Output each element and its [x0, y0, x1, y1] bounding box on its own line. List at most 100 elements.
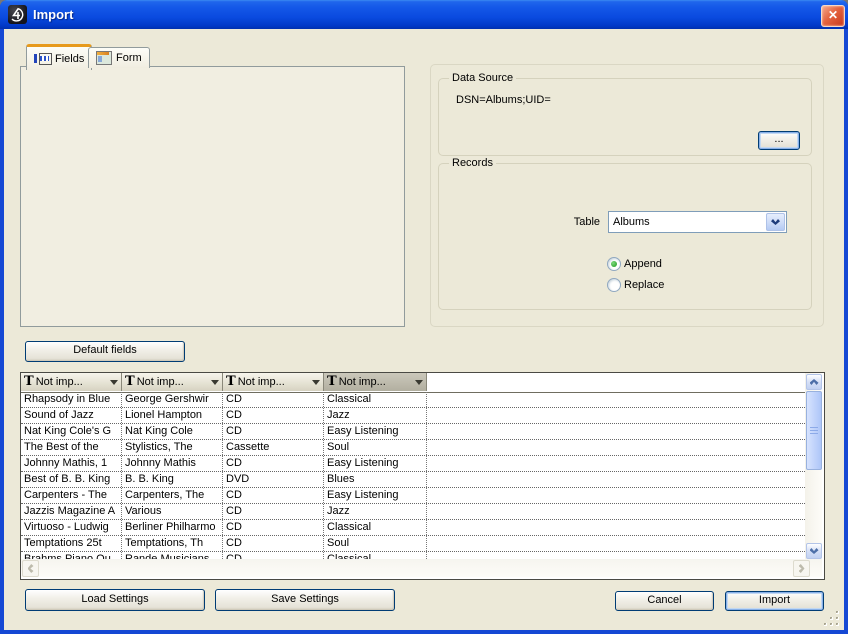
- column-menu-arrow-icon[interactable]: [312, 380, 320, 385]
- scroll-down-button[interactable]: [806, 543, 822, 559]
- import-grid: T Not imp... T Not imp... T Not imp... T…: [20, 372, 825, 580]
- grid-cell[interactable]: Johnny Mathis: [122, 456, 223, 471]
- grid-cell[interactable]: Nat King Cole's G: [21, 424, 122, 439]
- grid-cell[interactable]: Easy Listening: [324, 424, 427, 439]
- grid-cell[interactable]: Classical: [324, 552, 427, 559]
- grid-cell[interactable]: CD: [223, 424, 324, 439]
- save-settings-button[interactable]: Save Settings: [215, 589, 395, 611]
- table-row[interactable]: Nat King Cole's G Nat King Cole CD Easy …: [21, 424, 805, 440]
- grid-cell[interactable]: Temptations, Th: [122, 536, 223, 551]
- data-source-title: Data Source: [449, 72, 516, 84]
- column-header[interactable]: T Not imp...: [223, 373, 324, 391]
- grid-cell[interactable]: CD: [223, 408, 324, 423]
- grid-cell[interactable]: Carpenters, The: [122, 488, 223, 503]
- column-menu-arrow-icon[interactable]: [415, 380, 423, 385]
- grid-cell[interactable]: CD: [223, 456, 324, 471]
- column-header[interactable]: T Not imp...: [122, 373, 223, 391]
- grid-cell[interactable]: Soul: [324, 536, 427, 551]
- grid-cell[interactable]: CD: [223, 504, 324, 519]
- column-header-label: Not imp...: [238, 376, 310, 388]
- grid-cell[interactable]: The Best of the: [21, 440, 122, 455]
- table-row[interactable]: Sound of Jazz Lionel Hampton CD Jazz: [21, 408, 805, 424]
- chevron-down-icon: [810, 548, 819, 554]
- grid-cell[interactable]: CD: [223, 392, 324, 407]
- grid-cell[interactable]: George Gershwir: [122, 392, 223, 407]
- grid-cell[interactable]: Classical: [324, 520, 427, 535]
- grid-cell[interactable]: Carpenters - The: [21, 488, 122, 503]
- grid-cell[interactable]: CD: [223, 536, 324, 551]
- grid-cell[interactable]: CD: [223, 552, 324, 559]
- column-menu-arrow-icon[interactable]: [110, 380, 118, 385]
- table-row[interactable]: Carpenters - The Carpenters, The CD Easy…: [21, 488, 805, 504]
- tab-fields[interactable]: Fields: [26, 44, 92, 70]
- grid-cell[interactable]: Sound of Jazz: [21, 408, 122, 423]
- grid-cell[interactable]: Berliner Philharmo: [122, 520, 223, 535]
- import-button[interactable]: Import: [725, 591, 824, 611]
- record-table-select[interactable]: Albums: [608, 211, 787, 233]
- title-bar[interactable]: Import: [0, 0, 848, 29]
- grid-cell[interactable]: Jazz: [324, 408, 427, 423]
- grid-cell[interactable]: Blues: [324, 472, 427, 487]
- grid-cell[interactable]: B. B. King: [122, 472, 223, 487]
- table-row[interactable]: Best of B. B. King B. B. King DVD Blues: [21, 472, 805, 488]
- combo-dropdown-button[interactable]: [766, 213, 785, 231]
- grid-vscrollbar[interactable]: [805, 373, 822, 559]
- grid-cell[interactable]: Lionel Hampton: [122, 408, 223, 423]
- tab-form[interactable]: Form: [88, 47, 150, 68]
- browse-button[interactable]: ...: [758, 131, 800, 150]
- table-row[interactable]: Virtuoso - Ludwig Berliner Philharmo CD …: [21, 520, 805, 536]
- replace-radio[interactable]: [607, 278, 621, 292]
- close-icon[interactable]: [821, 5, 845, 27]
- column-header-selected[interactable]: T Not imp...: [324, 373, 427, 391]
- grid-cell[interactable]: Various: [122, 504, 223, 519]
- data-source-group: [438, 78, 812, 156]
- grid-cell[interactable]: Rhapsody in Blue: [21, 392, 122, 407]
- column-header-label: Not imp...: [137, 376, 209, 388]
- grid-cell[interactable]: Easy Listening: [324, 456, 427, 471]
- table-row[interactable]: Brahms Piano Qu Rande Musicians CD Class…: [21, 552, 805, 559]
- resize-grip[interactable]: [824, 611, 842, 628]
- scroll-right-button[interactable]: [793, 560, 810, 577]
- grid-cell[interactable]: CD: [223, 488, 324, 503]
- grid-cell[interactable]: Classical: [324, 392, 427, 407]
- column-menu-arrow-icon[interactable]: [211, 380, 219, 385]
- grid-cell[interactable]: Nat King Cole: [122, 424, 223, 439]
- scroll-thumb[interactable]: [806, 391, 822, 470]
- column-header[interactable]: T Not imp...: [21, 373, 122, 391]
- grid-cell[interactable]: Johnny Mathis, 1: [21, 456, 122, 471]
- default-fields-button[interactable]: Default fields: [25, 341, 185, 362]
- grid-cell[interactable]: DVD: [223, 472, 324, 487]
- table-row[interactable]: Johnny Mathis, 1 Johnny Mathis CD Easy L…: [21, 456, 805, 472]
- column-header-label: Not imp...: [36, 376, 108, 388]
- column-type-icon: T: [226, 376, 236, 388]
- grid-cell[interactable]: Jazz: [324, 504, 427, 519]
- grid-cell[interactable]: Temptations 25t: [21, 536, 122, 551]
- grid-hscrollbar[interactable]: [21, 559, 822, 577]
- table-row[interactable]: Rhapsody in Blue George Gershwir CD Clas…: [21, 392, 805, 408]
- grid-cell[interactable]: Virtuoso - Ludwig: [21, 520, 122, 535]
- grid-cell[interactable]: Best of B. B. King: [21, 472, 122, 487]
- table-row[interactable]: Jazzis Magazine A Various CD Jazz: [21, 504, 805, 520]
- cancel-button[interactable]: Cancel: [615, 591, 714, 611]
- grid-body[interactable]: Rhapsody in Blue George Gershwir CD Clas…: [21, 392, 805, 559]
- grid-cell[interactable]: Jazzis Magazine A: [21, 504, 122, 519]
- table-row[interactable]: The Best of the Stylistics, The Cassette…: [21, 440, 805, 456]
- grid-cell[interactable]: Easy Listening: [324, 488, 427, 503]
- grid-cell[interactable]: Brahms Piano Qu: [21, 552, 122, 559]
- grid-cell[interactable]: Rande Musicians: [122, 552, 223, 559]
- grid-cell[interactable]: Soul: [324, 440, 427, 455]
- form-icon: [96, 51, 112, 65]
- table-row[interactable]: Temptations 25t Temptations, Th CD Soul: [21, 536, 805, 552]
- replace-label: Replace: [624, 279, 664, 291]
- grid-cell[interactable]: Cassette: [223, 440, 324, 455]
- scroll-left-button[interactable]: [22, 560, 39, 577]
- chevron-right-icon: [799, 564, 805, 573]
- scroll-up-button[interactable]: [806, 374, 822, 390]
- chevron-down-icon: [771, 219, 780, 225]
- records-title: Records: [449, 157, 496, 169]
- grid-cell[interactable]: CD: [223, 520, 324, 535]
- import-dialog: Import Fields Form Import Table: Albums …: [0, 0, 848, 634]
- grid-cell[interactable]: Stylistics, The: [122, 440, 223, 455]
- load-settings-button[interactable]: Load Settings: [25, 589, 205, 611]
- append-radio[interactable]: [607, 257, 621, 271]
